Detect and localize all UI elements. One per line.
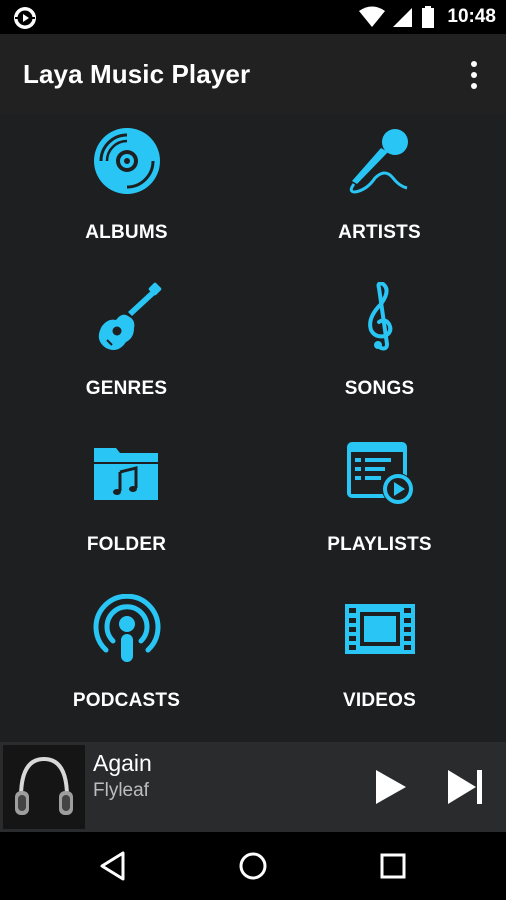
genres-tile[interactable]: GENRES: [0, 270, 253, 426]
status-bar: 10:48: [0, 0, 506, 34]
playlist-icon: [346, 442, 414, 505]
music-folder-icon: [93, 448, 158, 500]
wifi-icon: [359, 6, 386, 27]
navigation-bar: [0, 832, 506, 900]
album-art[interactable]: [3, 745, 85, 829]
film-icon: [344, 604, 415, 654]
videos-tile[interactable]: VIDEOS: [253, 582, 506, 738]
app-bar: Laya Music Player: [0, 34, 506, 114]
home-icon[interactable]: [236, 849, 270, 883]
microphone-icon: [349, 129, 408, 194]
app-notification-icon: [14, 7, 36, 29]
songs-tile[interactable]: SONGS: [253, 270, 506, 426]
guitar-icon: [98, 282, 161, 350]
treble-clef-icon: [367, 282, 392, 351]
artists-tile[interactable]: ARTISTS: [253, 114, 506, 270]
genres-label: GENRES: [85, 378, 168, 399]
overflow-dot: [471, 83, 477, 89]
battery-icon: [422, 6, 435, 28]
status-time: 10:48: [447, 6, 496, 27]
track-artist: Flyleaf: [93, 780, 149, 801]
albums-label: ALBUMS: [85, 222, 168, 243]
back-icon[interactable]: [96, 849, 130, 883]
songs-label: SONGS: [344, 378, 415, 399]
overflow-dot: [471, 72, 477, 78]
podcast-icon: [93, 594, 160, 662]
play-icon[interactable]: [372, 768, 408, 806]
app-title: Laya Music Player: [23, 58, 251, 89]
playlists-label: PLAYLISTS: [327, 534, 432, 555]
headphones-image: [3, 745, 85, 829]
disc-icon: [93, 128, 160, 194]
category-grid: ALBUMS ARTISTS GENRES SONGS FOLDER PLAYL…: [0, 114, 506, 742]
folder-label: FOLDER: [86, 534, 167, 555]
now-playing-bar[interactable]: Again Flyleaf: [0, 742, 506, 832]
overflow-dot: [471, 61, 477, 67]
playlists-tile[interactable]: PLAYLISTS: [253, 426, 506, 582]
overflow-menu-button[interactable]: [462, 60, 486, 90]
artists-label: ARTISTS: [338, 222, 421, 243]
track-title: Again: [93, 750, 152, 776]
signal-icon: [393, 8, 413, 27]
recents-icon[interactable]: [376, 849, 410, 883]
podcasts-tile[interactable]: PODCASTS: [0, 582, 253, 738]
skip-next-icon[interactable]: [446, 768, 486, 806]
folder-tile[interactable]: FOLDER: [0, 426, 253, 582]
videos-label: VIDEOS: [343, 690, 416, 711]
albums-tile[interactable]: ALBUMS: [0, 114, 253, 270]
podcasts-label: PODCASTS: [72, 690, 181, 711]
